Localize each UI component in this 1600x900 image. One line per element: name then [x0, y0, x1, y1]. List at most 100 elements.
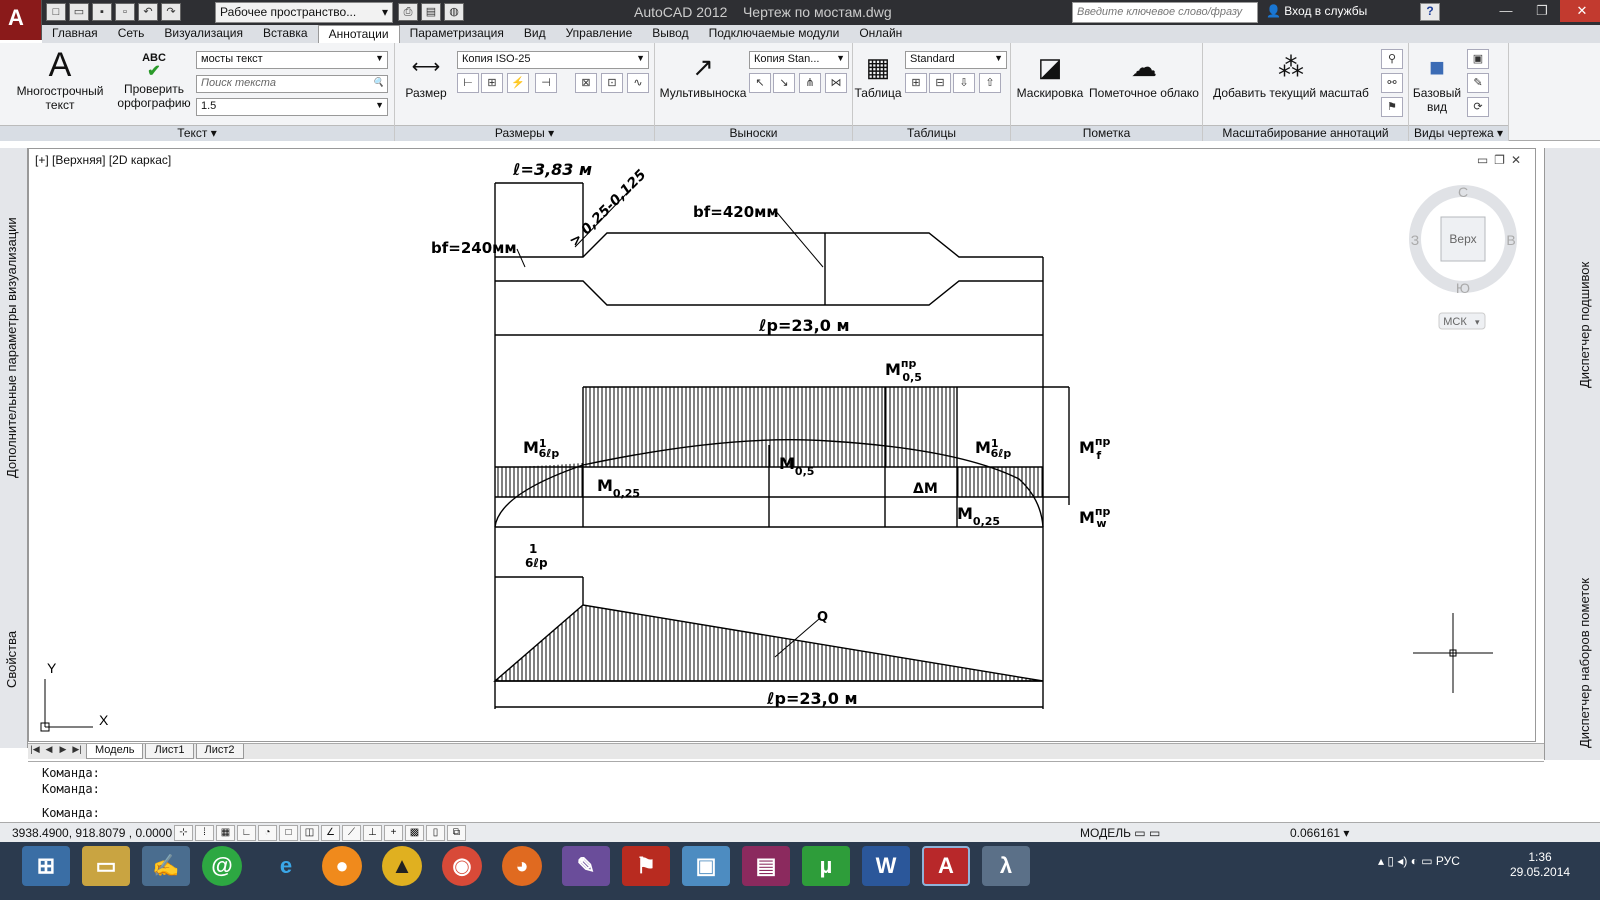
panel-title[interactable]: Размеры ▾: [395, 125, 654, 141]
tab-manage[interactable]: Управление: [556, 25, 643, 43]
panel-title[interactable]: Выноски: [655, 125, 852, 141]
remove-leader-icon[interactable]: ↘: [773, 73, 795, 93]
close-icon[interactable]: ✕: [1560, 0, 1600, 22]
system-tray[interactable]: ▴ ▯ ◂) ◐ ▭ РУС: [1378, 854, 1460, 868]
annotation-scale[interactable]: 0.066161 ▾: [1290, 826, 1349, 840]
otrack-icon[interactable]: ∠: [321, 825, 340, 841]
dim-linear-icon[interactable]: ⊢: [457, 73, 479, 93]
prev-tab-icon[interactable]: ◀: [42, 744, 56, 759]
sheet-set-manager-tab[interactable]: Диспетчер подшивок: [1577, 262, 1592, 388]
first-tab-icon[interactable]: |◀: [28, 744, 42, 759]
quick-properties-icon[interactable]: ▯: [426, 825, 445, 841]
start-button-icon[interactable]: ⊞: [22, 846, 70, 886]
browser-icon[interactable]: ●: [322, 846, 362, 886]
ducs-icon[interactable]: ⟋: [342, 825, 361, 841]
autocad-taskbar-icon[interactable]: A: [922, 846, 970, 886]
dimension-button[interactable]: ⟷ Размер: [401, 51, 451, 100]
app-taskbar-icon[interactable]: λ: [982, 846, 1030, 886]
tab-plugins[interactable]: Подключаемые модули: [699, 25, 850, 43]
redo-icon[interactable]: ↷: [161, 3, 181, 21]
properties-palette-tab[interactable]: Свойства: [4, 631, 19, 688]
lineweight-icon[interactable]: +: [384, 825, 403, 841]
selection-cycling-icon[interactable]: ⧉: [447, 825, 466, 841]
panel-title[interactable]: Текст ▾: [0, 125, 394, 141]
restore-icon[interactable]: ❐: [1524, 0, 1560, 22]
scale-list-icon[interactable]: ⚑: [1381, 97, 1403, 117]
tab-online[interactable]: Онлайн: [849, 25, 912, 43]
visual-styles-palette-tab[interactable]: Дополнительные параметры визуализации: [4, 217, 19, 478]
viewcube-east[interactable]: В: [1506, 232, 1515, 248]
wipeout-button[interactable]: ◪ Маскировка: [1013, 51, 1087, 100]
base-view-button[interactable]: ■ Базовый вид: [1409, 51, 1465, 114]
mtext-button[interactable]: A Многострочный текст: [8, 48, 112, 112]
dim-update-icon[interactable]: ⊞: [481, 73, 503, 93]
tab-model[interactable]: Модель: [86, 744, 144, 759]
model-space-toggle[interactable]: МОДЕЛЬ ▭ ▭: [1080, 826, 1160, 840]
add-delete-scales-icon[interactable]: ⚲: [1381, 49, 1403, 69]
dim-break-icon[interactable]: ⚡: [507, 73, 529, 93]
data-link-icon[interactable]: ⊞: [905, 73, 927, 93]
update-view-icon[interactable]: ⟳: [1467, 97, 1489, 117]
help-button[interactable]: ?: [1420, 3, 1440, 21]
ortho-icon[interactable]: ∟: [237, 825, 256, 841]
tab-insert[interactable]: Вставка: [253, 25, 318, 43]
minimize-icon[interactable]: —: [1488, 0, 1524, 22]
sync-scale-icon[interactable]: ⚯: [1381, 73, 1403, 93]
winrar-icon[interactable]: ▤: [742, 846, 790, 886]
coordinate-readout[interactable]: 3938.4900, 918.8079 , 0.0000: [12, 826, 172, 840]
tab-annotate[interactable]: Аннотации: [317, 25, 400, 43]
new-file-icon[interactable]: □: [46, 3, 66, 21]
last-tab-icon[interactable]: ▶|: [70, 744, 84, 759]
grid-icon[interactable]: ▦: [216, 825, 235, 841]
table-style-select[interactable]: Standard ▼: [905, 51, 1007, 69]
dim-inspect-icon[interactable]: ⊠: [575, 73, 597, 93]
find-icon[interactable]: 🔍: [373, 77, 384, 88]
plot-icon[interactable]: ⎙: [398, 3, 418, 21]
viewcube-south[interactable]: Ю: [1456, 280, 1470, 296]
dim-jog-icon[interactable]: ⊡: [601, 73, 623, 93]
osnap-icon[interactable]: □: [279, 825, 298, 841]
markup-set-manager-tab[interactable]: Диспетчер наборов пометок: [1577, 578, 1592, 748]
save-icon[interactable]: ▪: [92, 3, 112, 21]
panel-title[interactable]: Виды чертежа ▾: [1409, 125, 1508, 141]
viewcube-west[interactable]: З: [1411, 232, 1419, 248]
mail-agent-icon[interactable]: @: [202, 846, 242, 886]
edit-view-icon[interactable]: ✎: [1467, 73, 1489, 93]
viewcube[interactable]: Верх С Ю З В МСК ▾: [1409, 184, 1517, 330]
command-window[interactable]: Команда: Команда: Команда:: [28, 761, 1544, 822]
clock[interactable]: 1:36 29.05.2014: [1510, 850, 1570, 880]
add-leader-icon[interactable]: ↖: [749, 73, 771, 93]
collect-leader-icon[interactable]: ⋈: [825, 73, 847, 93]
upload-source-icon[interactable]: ⇧: [979, 73, 1001, 93]
tab-sheet2[interactable]: Лист2: [195, 744, 244, 759]
application-menu-button[interactable]: A: [0, 0, 42, 40]
3d-osnap-icon[interactable]: ◫: [300, 825, 319, 841]
command-input[interactable]: Команда:: [42, 806, 100, 820]
onenote-icon[interactable]: ✎: [562, 846, 610, 886]
snap-icon[interactable]: ⁞: [195, 825, 214, 841]
tab-parametric[interactable]: Параметризация: [400, 25, 514, 43]
table-button[interactable]: ▦ Таблица: [853, 51, 903, 100]
infer-constraints-icon[interactable]: ⊹: [174, 825, 193, 841]
daemon-tools-icon[interactable]: ▲: [382, 846, 422, 886]
photo-viewer-icon[interactable]: ▣: [682, 846, 730, 886]
ucs-menu[interactable]: МСК: [1443, 316, 1467, 328]
revcloud-button[interactable]: ☁ Пометочное облако: [1087, 51, 1201, 100]
drawing-viewport[interactable]: [+] [Верхняя] [2D каркас] ▭❐✕ ℓ=3,83 м >…: [28, 148, 1536, 742]
dim-space-icon[interactable]: ∿: [627, 73, 649, 93]
tab-home[interactable]: Главная: [42, 25, 108, 43]
find-text-input[interactable]: Поиск текста 🔍: [196, 75, 388, 93]
workspace-selector[interactable]: Рабочее пространство... ▾: [215, 2, 393, 23]
undo-icon[interactable]: ↶: [138, 3, 158, 21]
tab-output[interactable]: Вывод: [642, 25, 698, 43]
login-button[interactable]: 👤 Вход в службы: [1266, 4, 1367, 18]
word-icon[interactable]: W: [862, 846, 910, 886]
viewcube-face[interactable]: Верх: [1449, 232, 1476, 246]
tab-view[interactable]: Вид: [514, 25, 556, 43]
chrome-icon[interactable]: ◉: [442, 846, 482, 886]
save-as-icon[interactable]: ▫: [115, 3, 135, 21]
spell-check-button[interactable]: ABC ✔ Проверить орфографию: [116, 51, 192, 110]
firefox-icon[interactable]: ◕: [502, 846, 542, 886]
chevron-down-icon[interactable]: ▾: [1475, 317, 1480, 327]
mleader-style-select[interactable]: Копия Stan... ▼: [749, 51, 849, 69]
